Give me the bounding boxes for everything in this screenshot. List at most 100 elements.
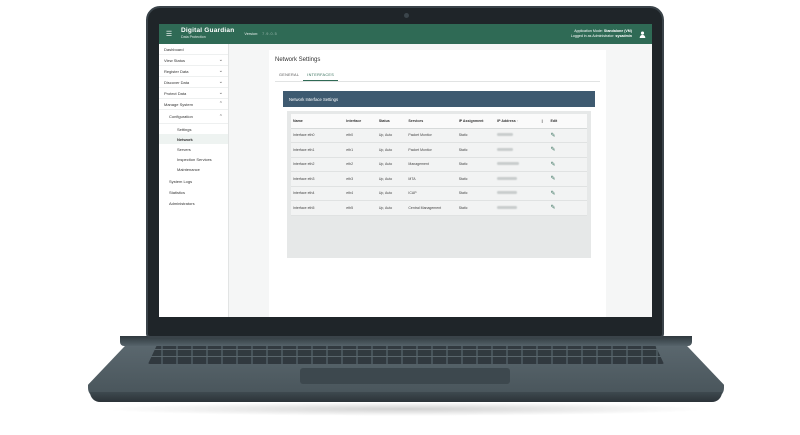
column-header-edit: Edit — [548, 114, 587, 129]
sidebar-item-label: Discover Data — [164, 79, 190, 85]
camera-icon — [404, 13, 409, 18]
laptop-screen: ☰ Digital Guardian Data Protection Versi… — [159, 24, 652, 317]
main-content: Network Settings GENERAL INTERFACES Netw… — [229, 44, 652, 317]
session-info: Application Mode: Standalone (VM) Logged… — [571, 29, 632, 40]
pencil-icon[interactable]: ✎ — [550, 147, 555, 153]
logged-in-user: sysadmin — [615, 34, 632, 38]
sidebar-item-label: Dashboard — [164, 46, 184, 52]
redacted-ip — [497, 133, 514, 137]
sidebar-item-label: Inspection Services — [177, 156, 212, 162]
table-row: Interface eth0 eth0 Up, Auto Packet Moni… — [291, 128, 587, 143]
page-title: Network Settings — [275, 57, 321, 63]
cell-interface: eth1 — [344, 142, 377, 158]
chevron-up-icon: ⌃ — [218, 113, 223, 120]
pencil-icon[interactable]: ✎ — [550, 205, 555, 211]
sidebar-item-label: Register Data — [164, 68, 189, 74]
cell-status: Up, Auto — [376, 157, 407, 172]
sidebar-item-inspection-services[interactable]: Inspection Services — [159, 154, 228, 164]
cell-status: Up, Auto — [376, 128, 407, 143]
tab-bar: GENERAL INTERFACES — [275, 70, 600, 82]
cell-services: MTA — [406, 171, 457, 187]
menu-icon[interactable]: ☰ — [161, 30, 177, 38]
sidebar-item-label: Configuration — [169, 114, 193, 119]
page-card: Network Settings GENERAL INTERFACES Netw… — [269, 50, 606, 317]
cell-edit: ✎ — [548, 142, 587, 158]
pencil-icon[interactable]: ✎ — [550, 133, 555, 139]
cell-ip-address — [495, 142, 540, 158]
chevron-down-icon: ⌄ — [218, 68, 223, 74]
sidebar-item-statistics[interactable]: Statistics — [159, 187, 228, 198]
cell-interface: eth0 — [344, 128, 377, 143]
sidebar-item-label: Protect Data — [164, 90, 187, 96]
cell-name: Interface eth4 — [291, 186, 345, 201]
sidebar-item-system-logs[interactable]: System Logs — [159, 176, 228, 187]
cell-spacer — [539, 186, 549, 201]
table-row: Interface eth5 eth5 Up, Auto Central Man… — [291, 200, 587, 216]
pencil-icon[interactable]: ✎ — [550, 191, 555, 197]
tab-general[interactable]: GENERAL — [275, 70, 303, 81]
cell-ip-assignment: Static — [456, 128, 496, 143]
sidebar-item-label: Network — [177, 136, 193, 142]
column-header-interface[interactable]: Interface — [344, 114, 377, 129]
tab-interfaces[interactable]: INTERFACES — [303, 70, 339, 81]
column-header-services[interactable]: Services — [406, 114, 457, 129]
cell-ip-address — [495, 186, 540, 201]
user-icon[interactable] — [636, 28, 648, 40]
sidebar-item-protect-data[interactable]: Protect Data ⌄ — [159, 88, 228, 99]
cell-interface: eth4 — [344, 186, 377, 201]
sidebar-item-discover-data[interactable]: Discover Data ⌄ — [159, 77, 228, 88]
cell-edit: ✎ — [548, 171, 587, 187]
table-header-row: Name Interface Status Services IP Assign… — [291, 114, 587, 129]
pencil-icon[interactable]: ✎ — [550, 176, 555, 182]
app-mode-value: Standalone (VM) — [603, 28, 632, 33]
cell-edit: ✎ — [548, 157, 587, 172]
sidebar-item-label: Settings — [177, 126, 192, 132]
cell-ip-address — [495, 200, 540, 216]
sidebar-item-manage-system[interactable]: Manage System ⌃ — [159, 99, 228, 110]
column-divider: | — [539, 114, 549, 129]
laptop-touchpad — [300, 368, 510, 384]
column-header-ip-address[interactable]: IP Address ↑ — [495, 114, 540, 129]
sidebar-item-maintenance[interactable]: Maintenance — [159, 164, 228, 174]
sidebar-item-servers[interactable]: Servers — [159, 144, 228, 154]
chevron-down-icon: ⌄ — [218, 90, 223, 96]
pencil-icon[interactable]: ✎ — [550, 162, 555, 168]
sort-arrow-icon: ↑ — [516, 118, 519, 123]
cell-ip-address — [495, 157, 540, 172]
cell-spacer — [539, 171, 549, 187]
sidebar-item-administrators[interactable]: Administrators — [159, 198, 228, 209]
column-header-name[interactable]: Name — [291, 114, 345, 129]
brand-subtitle: Data Protection — [181, 35, 206, 39]
version-value: 7.9.0.5 — [262, 32, 278, 36]
cell-spacer — [539, 200, 549, 216]
sidebar-item-dashboard[interactable]: Dashboard — [159, 44, 228, 55]
cell-status: Up, Auto — [376, 171, 407, 187]
cell-ip-assignment: Static — [456, 171, 496, 187]
sidebar-item-label: Administrators — [169, 201, 195, 206]
sidebar-item-settings[interactable]: Settings — [159, 124, 228, 134]
cell-spacer — [539, 157, 549, 172]
table-row: Interface eth2 eth2 Up, Auto Management … — [291, 157, 587, 172]
cell-services: ICAP — [406, 186, 457, 201]
sidebar-item-configuration[interactable]: Configuration ⌃ — [159, 110, 228, 124]
column-header-status[interactable]: Status — [376, 114, 407, 129]
chevron-down-icon: ⌄ — [218, 57, 223, 63]
column-header-ip-assignment[interactable]: IP Assignment — [456, 114, 496, 129]
sidebar-item-label: View Status — [164, 57, 186, 63]
sidebar-item-network[interactable]: Network — [159, 134, 228, 144]
interfaces-table-container: Name Interface Status Services IP Assign… — [287, 111, 591, 258]
cell-name: Interface eth3 — [291, 171, 345, 187]
cell-name: Interface eth0 — [291, 128, 345, 143]
cell-status: Up, Auto — [376, 200, 407, 216]
panel-header: Network Interface Settings — [283, 91, 595, 107]
logged-in-label: Logged in as Administrator: — [570, 34, 615, 38]
sidebar-item-label: Statistics — [169, 190, 186, 195]
redacted-ip — [497, 147, 514, 151]
redacted-ip — [497, 176, 518, 180]
sidebar: Dashboard View Status ⌄ Register Data ⌄ Di… — [159, 44, 229, 317]
cell-spacer — [539, 142, 549, 158]
cell-interface: eth3 — [344, 171, 377, 187]
sidebar-item-register-data[interactable]: Register Data ⌄ — [159, 66, 228, 77]
cell-edit: ✎ — [548, 128, 587, 143]
sidebar-item-view-status[interactable]: View Status ⌄ — [159, 55, 228, 66]
